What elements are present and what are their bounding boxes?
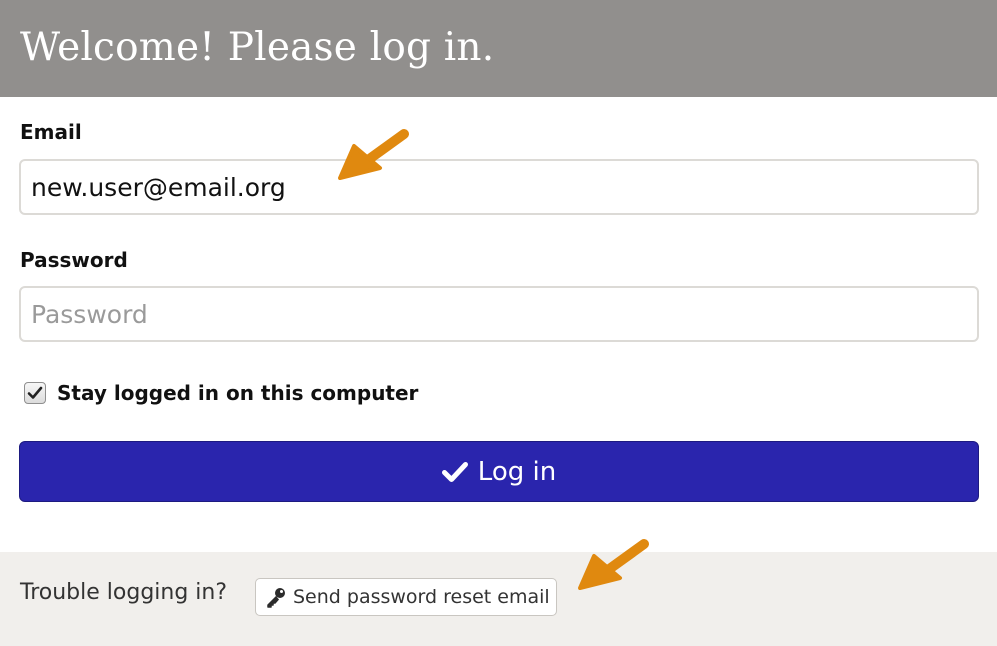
checkmark-icon — [27, 386, 43, 399]
stay-logged-in-label: Stay logged in on this computer — [57, 381, 419, 405]
page-title: Welcome! Please log in. — [20, 25, 495, 70]
stay-logged-in-checkbox[interactable] — [24, 382, 46, 404]
login-button[interactable]: Log in — [19, 441, 979, 502]
trouble-text: Trouble logging in? — [20, 580, 228, 605]
send-password-reset-label: Send password reset email — [293, 586, 550, 608]
annotation-arrow-icon — [338, 129, 409, 180]
key-icon — [267, 588, 285, 608]
stay-logged-in-row[interactable]: Stay logged in on this computer — [24, 381, 418, 405]
footer: Trouble logging in? Send password reset … — [0, 552, 997, 646]
email-label: Email — [20, 120, 82, 144]
login-button-label: Log in — [477, 456, 557, 487]
send-password-reset-button[interactable]: Send password reset email — [255, 578, 557, 616]
password-label: Password — [20, 248, 128, 272]
page-header: Welcome! Please log in. — [0, 0, 997, 97]
email-field[interactable] — [19, 159, 979, 215]
annotation-arrow-icon — [578, 539, 649, 590]
check-icon — [441, 461, 468, 482]
password-field[interactable] — [19, 286, 979, 342]
